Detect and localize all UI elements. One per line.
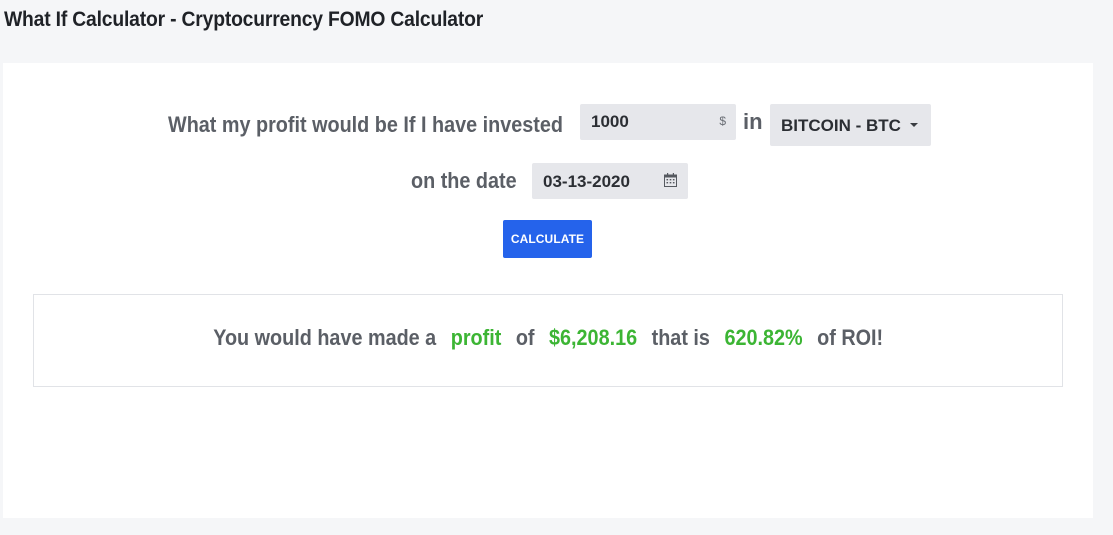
caret-down-icon[interactable] <box>910 123 918 127</box>
result-panel: You would have made a profit of $6,208.1… <box>33 294 1063 387</box>
investment-question-row: What my profit would be If I have invest… <box>168 103 607 147</box>
date-value[interactable]: 03-13-2020 <box>543 172 630 192</box>
date-input[interactable]: 03-13-2020 <box>532 163 688 199</box>
calculator-card: What my profit would be If I have invest… <box>3 63 1093 518</box>
result-that-is-label: that is <box>651 325 710 350</box>
result-kind: profit <box>450 325 502 350</box>
result-line: You would have made a profit of $6,208.1… <box>34 325 1062 351</box>
amount-value[interactable]: 1000 <box>591 112 629 132</box>
page-title: What If Calculator - Cryptocurrency FOMO… <box>4 8 484 31</box>
result-prefix: You would have made a <box>213 325 437 350</box>
amount-input[interactable]: 1000 $ <box>580 104 736 140</box>
calculate-button[interactable]: CALCULATE <box>503 220 592 258</box>
date-label: on the date <box>411 168 517 193</box>
result-amount: $6,208.16 <box>548 325 637 350</box>
date-row: on the date <box>411 163 528 199</box>
question-label: What my profit would be If I have invest… <box>168 112 563 137</box>
result-of-label: of <box>515 325 535 350</box>
calendar-icon[interactable] <box>664 173 677 187</box>
dollar-sign-icon: $ <box>719 114 726 128</box>
coin-select[interactable]: BITCOIN - BTC <box>770 104 931 146</box>
result-roi-percent: 620.82% <box>724 325 803 350</box>
in-label: in <box>743 109 763 134</box>
coin-selected-value[interactable]: BITCOIN - BTC <box>781 116 901 136</box>
result-suffix: of ROI! <box>816 325 883 350</box>
